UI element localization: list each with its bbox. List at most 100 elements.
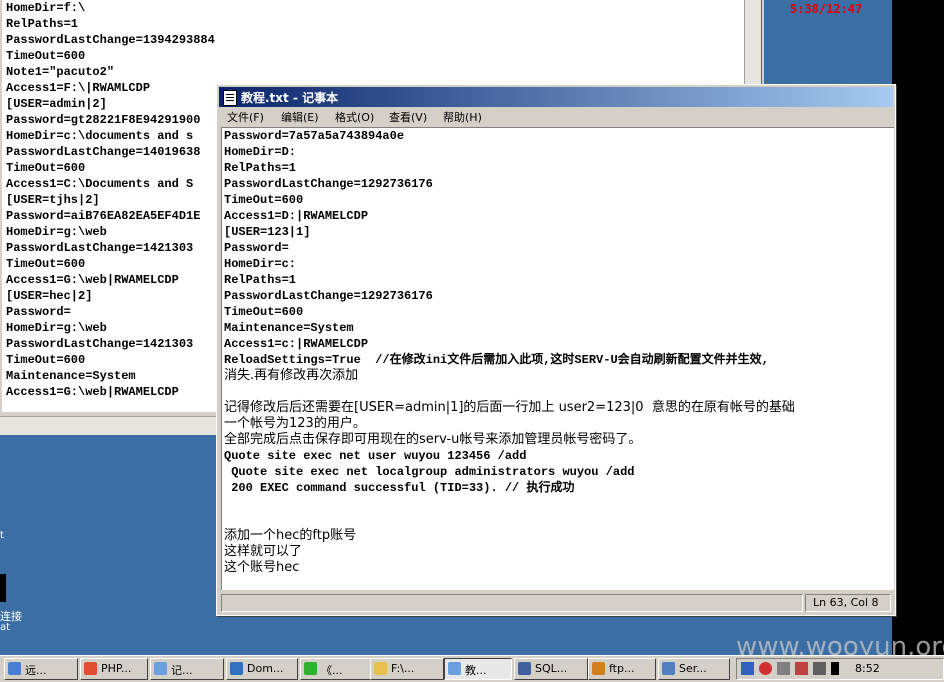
background-text-line: TimeOut=600 — [6, 49, 86, 63]
notepad-icon — [448, 662, 461, 675]
text-line: HomeDir=D: — [224, 145, 297, 159]
desktop-label: at — [0, 622, 11, 633]
background-text-line: HomeDir=c:\documents and s — [6, 129, 194, 143]
background-text-line: HomeDir=f:\ — [6, 1, 86, 15]
text-line: TimeOut=600 — [224, 193, 304, 207]
settings-icon[interactable] — [777, 662, 790, 675]
green-ball-icon — [304, 662, 317, 675]
background-text-line: TimeOut=600 — [6, 257, 86, 271]
taskbar-button[interactable]: Ser... — [658, 658, 730, 680]
background-text-line: HomeDir=g:\web — [6, 321, 107, 335]
text-line: 添加一个hec的ftp账号 — [224, 528, 357, 543]
background-text-line: PasswordLastChange=1421303 — [6, 337, 194, 351]
server-icon — [662, 662, 675, 675]
taskbar-button[interactable]: 《... — [300, 658, 372, 680]
background-text-line: Access1=G:\web|RWAMELCDP — [6, 273, 179, 287]
taskbar-button[interactable]: 记... — [150, 658, 224, 680]
text-line: HomeDir=c: — [224, 257, 297, 271]
menu-help[interactable]: 帮助(H) — [443, 109, 482, 125]
notepad-icon — [223, 90, 237, 106]
window-title: 教程.txt - 记事本 — [241, 91, 339, 105]
text-line: 这样就可以了 — [224, 544, 303, 559]
taskbar-button[interactable]: F:\... — [370, 658, 444, 680]
background-text-line: RelPaths=1 — [6, 17, 79, 31]
text-line: 一个帐号为123的用户。 — [224, 416, 366, 431]
text-line: PasswordLastChange=1292736176 — [224, 177, 433, 191]
taskbar-button-label: 远... — [25, 664, 47, 677]
taskbar-button[interactable]: ftp... — [588, 658, 656, 680]
app-tray-icon[interactable] — [795, 662, 808, 675]
notepad-icon — [154, 662, 167, 675]
folder-icon — [374, 662, 387, 675]
taskbar: 远... PHP... 记... Dom... 《... F:\... 教... SQL...… — [0, 655, 944, 682]
text-line: ReloadSettings=True //在修改ini文件后需加入此项,这时S… — [224, 353, 769, 367]
background-text-line: PasswordLastChange=1394293884 — [6, 33, 215, 47]
taskbar-clock: 8:52 — [855, 662, 880, 675]
taskbar-button-label: ftp... — [609, 662, 635, 675]
menu-format[interactable]: 格式(O) — [335, 109, 374, 125]
ftp-icon — [592, 662, 605, 675]
taskbar-button-label: F:\... — [391, 662, 415, 675]
menu-view[interactable]: 查看(V) — [389, 109, 427, 125]
text-line: [USER=123|1] — [224, 225, 311, 239]
remote-desktop-icon — [8, 662, 21, 675]
title-bar[interactable]: 教程.txt - 记事本 — [219, 87, 893, 107]
background-text-line: Access1=C:\Documents and S — [6, 177, 194, 191]
background-text-line: Password= — [6, 305, 71, 319]
taskbar-button[interactable]: Dom... — [226, 658, 298, 680]
text-line: PasswordLastChange=1292736176 — [224, 289, 433, 303]
system-tray: 8:52 — [736, 658, 944, 680]
background-text-line: PasswordLastChange=1421303 — [6, 241, 194, 255]
background-text-line: PasswordLastChange=14019638 — [6, 145, 201, 159]
background-text-line: Access1=F:\|RWAMLCDP — [6, 81, 151, 95]
text-line: Access1=c:|RWAMELCDP — [224, 337, 369, 351]
background-text-line: Note1="pacuto2" — [6, 65, 115, 79]
display-icon[interactable] — [831, 662, 839, 675]
background-text-line: Password=gt28221F8E94291900 — [6, 113, 201, 127]
text-line: 全部完成后点击保存即可用现在的serv-u帐号来添加管理员帐号密码了。 — [224, 432, 642, 447]
text-line: Password=7a57a5a743894a0e — [224, 129, 405, 143]
text-line: RelPaths=1 — [224, 161, 297, 175]
background-text-lines: HomeDir=f:\ RelPaths=1 PasswordLastChange=… — [6, 0, 215, 400]
background-text-line: TimeOut=600 — [6, 161, 86, 175]
background-text-line: Access1=G:\web|RWAMELCDP — [6, 385, 179, 399]
menu-bar: 文件(F) 编辑(E) 格式(O) 查看(V) 帮助(H) — [219, 107, 893, 126]
status-bar: Ln 63, Col 8 — [219, 593, 893, 613]
taskbar-button-label: PHP... — [101, 662, 132, 675]
taskbar-button-label: 教... — [465, 664, 487, 677]
taskbar-button-label: 《... — [321, 664, 343, 677]
background-text-line: [USER=hec|2] — [6, 289, 93, 303]
background-text-line: HomeDir=g:\web — [6, 225, 107, 239]
browser-icon — [84, 662, 97, 675]
text-area[interactable]: Password=7a57a5a743894a0e HomeDir=D: RelPa… — [221, 127, 894, 590]
text-line: RelPaths=1 — [224, 273, 297, 287]
volume-icon[interactable] — [813, 662, 826, 675]
text-line: Access1=D:|RWAMELCDP — [224, 209, 369, 223]
taskbar-button[interactable]: 远... — [4, 658, 78, 680]
menu-file[interactable]: 文件(F) — [227, 109, 264, 125]
text-line: Quote site exec net user wuyou 123456 /a… — [224, 449, 527, 463]
taskbar-button-label: 记... — [171, 664, 193, 677]
clock-readout: 5:38/12:47 — [790, 2, 863, 16]
network-icon[interactable] — [741, 662, 754, 675]
text-line: 消失.再有修改再次添加 — [224, 368, 359, 383]
text-line — [224, 384, 795, 400]
background-text-line: TimeOut=600 — [6, 353, 86, 367]
desktop-icon[interactable] — [0, 574, 6, 602]
taskbar-button[interactable]: 教... — [444, 658, 512, 680]
cursor-position: Ln 63, Col 8 — [813, 596, 879, 609]
text-line: 200 EXEC command successful (TID=33). //… — [224, 481, 575, 495]
text-line: Password= — [224, 241, 289, 255]
notepad-window[interactable]: 教程.txt - 记事本 文件(F) 编辑(E) 格式(O) 查看(V) 帮助(… — [216, 84, 896, 616]
desktop-label: t — [0, 530, 4, 541]
taskbar-button[interactable]: SQL... — [514, 658, 588, 680]
user-icon — [230, 662, 243, 675]
menu-edit[interactable]: 编辑(E) — [281, 109, 319, 125]
background-text-line: [USER=tjhs|2] — [6, 193, 100, 207]
taskbar-button[interactable]: PHP... — [80, 658, 148, 680]
text-line — [224, 496, 795, 512]
taskbar-button-label: Ser... — [679, 662, 707, 675]
security-icon[interactable] — [759, 662, 772, 675]
text-line: TimeOut=600 — [224, 305, 304, 319]
text-line — [224, 512, 795, 528]
